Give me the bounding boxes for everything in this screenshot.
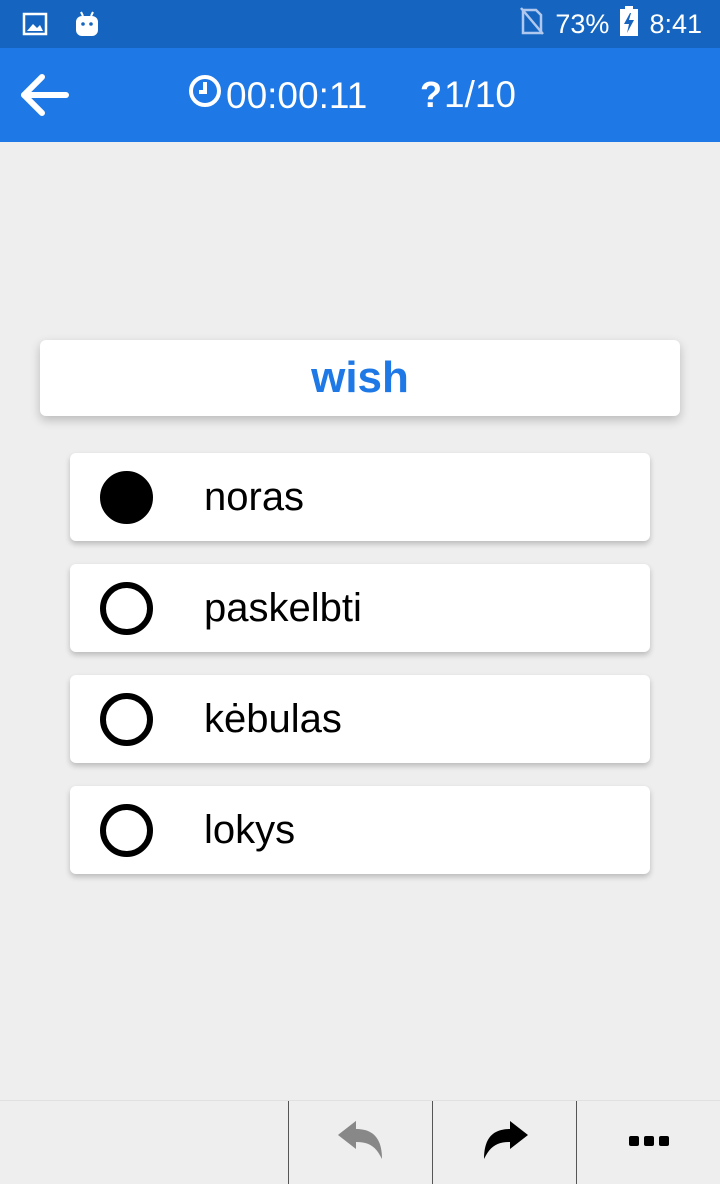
answer-option-label: lokys [204,808,296,852]
answer-option[interactable]: noras [70,453,650,541]
no-sim-icon [519,6,545,43]
timer-text: 00:00:11 [226,74,368,116]
more-button[interactable] [577,1101,720,1184]
undo-button[interactable] [289,1101,432,1184]
progress-text: 1/10 [444,74,517,115]
clock-time: 8:41 [649,8,702,39]
timer: 00:00:11 [188,74,367,117]
answer-option[interactable]: kėbulas [70,675,650,763]
answer-option-label: kėbulas [204,697,342,741]
radio-unselected-icon[interactable] [100,582,153,635]
bottom-toolbar [0,1100,720,1184]
back-button[interactable] [18,70,72,120]
answer-option-label: noras [204,475,305,519]
answer-option[interactable]: paskelbti [70,564,650,652]
radio-unselected-icon[interactable] [100,804,153,857]
redo-button[interactable] [433,1101,576,1184]
android-icon [74,10,100,43]
status-bar: 73% 8:41 [0,0,720,48]
undo-icon [336,1119,386,1168]
battery-charging-icon [619,5,639,44]
arrow-left-icon [18,74,72,124]
battery-percent: 73% [555,8,610,39]
answer-option[interactable]: lokys [70,786,650,874]
image-icon [22,12,48,41]
app-bar: 00:00:11 ? 1/10 [0,48,720,142]
radio-unselected-icon[interactable] [100,693,153,746]
question-word-card: wish [40,340,680,416]
question-word: wish [311,353,409,402]
answer-option-label: paskelbti [204,586,362,630]
question-progress: ? 1/10 [420,74,516,116]
redo-icon [480,1119,530,1168]
radio-selected-icon[interactable] [100,471,153,524]
question-mark-icon: ? [420,74,442,115]
clock-icon [188,74,222,117]
more-icon [628,1134,669,1152]
